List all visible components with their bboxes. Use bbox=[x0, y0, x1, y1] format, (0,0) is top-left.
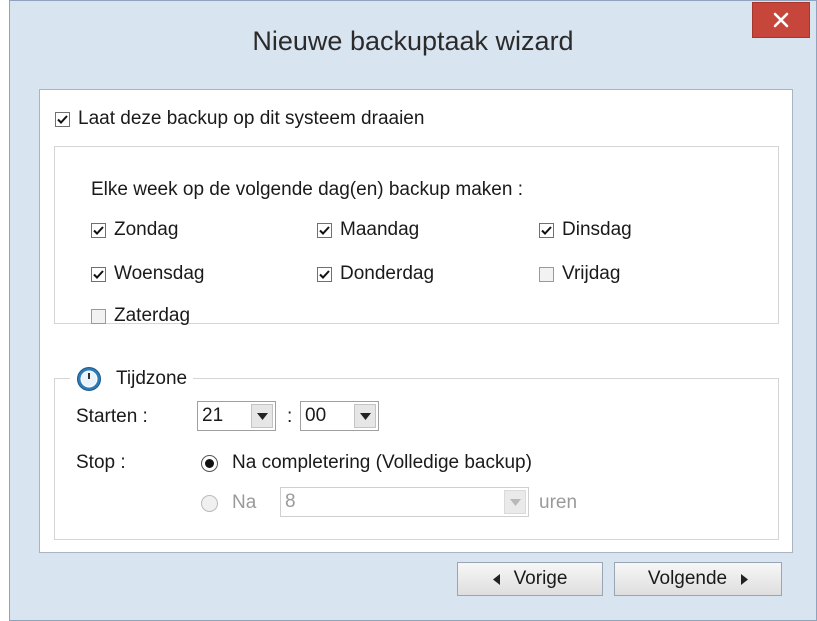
stop-hours-value: 8 bbox=[285, 491, 296, 512]
day-monday[interactable]: Maandag bbox=[317, 219, 419, 241]
day-saturday-checkbox[interactable] bbox=[91, 308, 106, 324]
stop-after-completion-label: Na completering (Volledige backup) bbox=[232, 452, 532, 473]
day-monday-label: Maandag bbox=[340, 219, 420, 240]
day-wednesday-checkbox[interactable] bbox=[91, 266, 106, 282]
stop-after-completion-radio[interactable] bbox=[201, 454, 218, 472]
wizard-window: Nieuwe backuptaak wizard Laat deze backu… bbox=[9, 0, 817, 621]
run-on-this-system-label: Laat deze backup op dit systeem draaien bbox=[78, 108, 425, 129]
day-thursday-label: Donderdag bbox=[340, 263, 435, 284]
back-button-label: Vorige bbox=[513, 568, 568, 589]
timezone-label: Tijdzone bbox=[116, 368, 188, 389]
title-bar: Nieuwe backuptaak wizard bbox=[10, 1, 816, 81]
day-tuesday-checkbox[interactable] bbox=[539, 222, 554, 238]
weekdays-heading: Elke week op de volgende dag(en) backup … bbox=[91, 179, 523, 200]
day-wednesday[interactable]: Woensdag bbox=[91, 263, 205, 285]
close-button[interactable] bbox=[752, 2, 810, 38]
wizard-content: Laat deze backup op dit systeem draaien … bbox=[39, 89, 793, 553]
back-button[interactable]: Vorige bbox=[457, 562, 603, 596]
stop-after-hours-radio[interactable] bbox=[201, 494, 218, 512]
day-friday-checkbox[interactable] bbox=[539, 266, 554, 282]
clock-icon[interactable] bbox=[76, 366, 102, 392]
run-on-this-system-checkbox[interactable] bbox=[55, 111, 70, 127]
stop-hours-select[interactable]: 8 bbox=[280, 487, 529, 517]
timezone-legend[interactable]: Tijdzone bbox=[70, 364, 194, 394]
day-tuesday[interactable]: Dinsdag bbox=[539, 219, 632, 241]
day-thursday[interactable]: Donderdag bbox=[317, 263, 434, 285]
day-friday[interactable]: Vrijdag bbox=[539, 263, 620, 285]
chevron-down-icon[interactable] bbox=[251, 404, 273, 428]
day-tuesday-label: Dinsdag bbox=[562, 219, 632, 240]
arrow-left-icon bbox=[492, 573, 500, 585]
run-on-this-system-option[interactable]: Laat deze backup op dit systeem draaien bbox=[55, 108, 424, 130]
time-separator: : bbox=[287, 406, 293, 427]
next-button[interactable]: Volgende bbox=[614, 562, 782, 596]
weekdays-group: Elke week op de volgende dag(en) backup … bbox=[54, 146, 779, 327]
window-title: Nieuwe backuptaak wizard bbox=[252, 26, 574, 56]
next-button-label: Volgende bbox=[647, 568, 728, 589]
stop-after-completion-option[interactable]: Na completering (Volledige backup) bbox=[201, 452, 532, 474]
day-sunday[interactable]: Zondag bbox=[91, 219, 178, 241]
stop-after-hours-option[interactable]: Na bbox=[201, 492, 256, 514]
chevron-down-icon[interactable] bbox=[354, 404, 376, 428]
close-icon bbox=[773, 12, 789, 28]
start-hour-select[interactable]: 21 bbox=[197, 401, 276, 431]
arrow-right-icon bbox=[741, 573, 749, 585]
day-wednesday-label: Woensdag bbox=[114, 263, 205, 284]
day-monday-checkbox[interactable] bbox=[317, 222, 332, 238]
day-sunday-label: Zondag bbox=[114, 219, 179, 240]
start-hour-value: 21 bbox=[202, 405, 224, 426]
start-label: Starten : bbox=[76, 406, 148, 427]
stop-after-hours-prefix: Na bbox=[232, 492, 257, 513]
stop-label: Stop : bbox=[76, 452, 126, 473]
day-thursday-checkbox[interactable] bbox=[317, 266, 332, 282]
hours-unit-label: uren bbox=[539, 492, 578, 513]
day-sunday-checkbox[interactable] bbox=[91, 222, 106, 238]
chevron-down-icon[interactable] bbox=[504, 490, 526, 514]
day-saturday[interactable]: Zaterdag bbox=[91, 305, 190, 327]
start-minute-value: 00 bbox=[305, 405, 327, 426]
day-saturday-label: Zaterdag bbox=[114, 305, 191, 326]
start-minute-select[interactable]: 00 bbox=[300, 401, 379, 431]
day-friday-label: Vrijdag bbox=[562, 263, 621, 284]
